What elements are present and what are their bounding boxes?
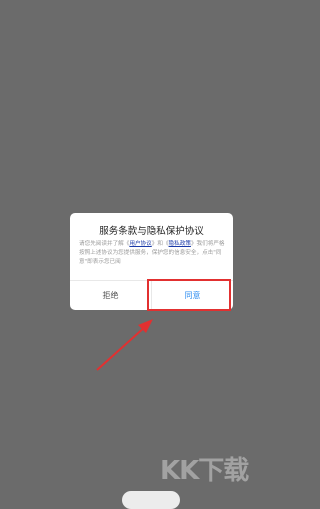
arrow-head <box>138 319 153 333</box>
user-agreement-link[interactable]: 用户协议 <box>129 241 151 247</box>
body-prefix: 请您先阅读并了解《 <box>79 241 130 247</box>
privacy-policy-link[interactable]: 隐私政策 <box>169 241 191 247</box>
dialog-title: 服务条款与隐私保护协议 <box>99 226 204 237</box>
dialog-body-text: 请您先阅读并了解《用户协议》和《隐私政策》我们将严格按照上述协议为您提供服务，保… <box>79 240 227 274</box>
reject-button[interactable]: 拒绝 <box>70 281 151 310</box>
home-handle[interactable] <box>122 491 180 509</box>
agree-button[interactable]: 同意 <box>152 281 233 310</box>
arrow-shaft <box>96 325 147 371</box>
watermark-logo: KK下载 <box>160 456 249 486</box>
body-mid: 》和《 <box>151 241 169 247</box>
